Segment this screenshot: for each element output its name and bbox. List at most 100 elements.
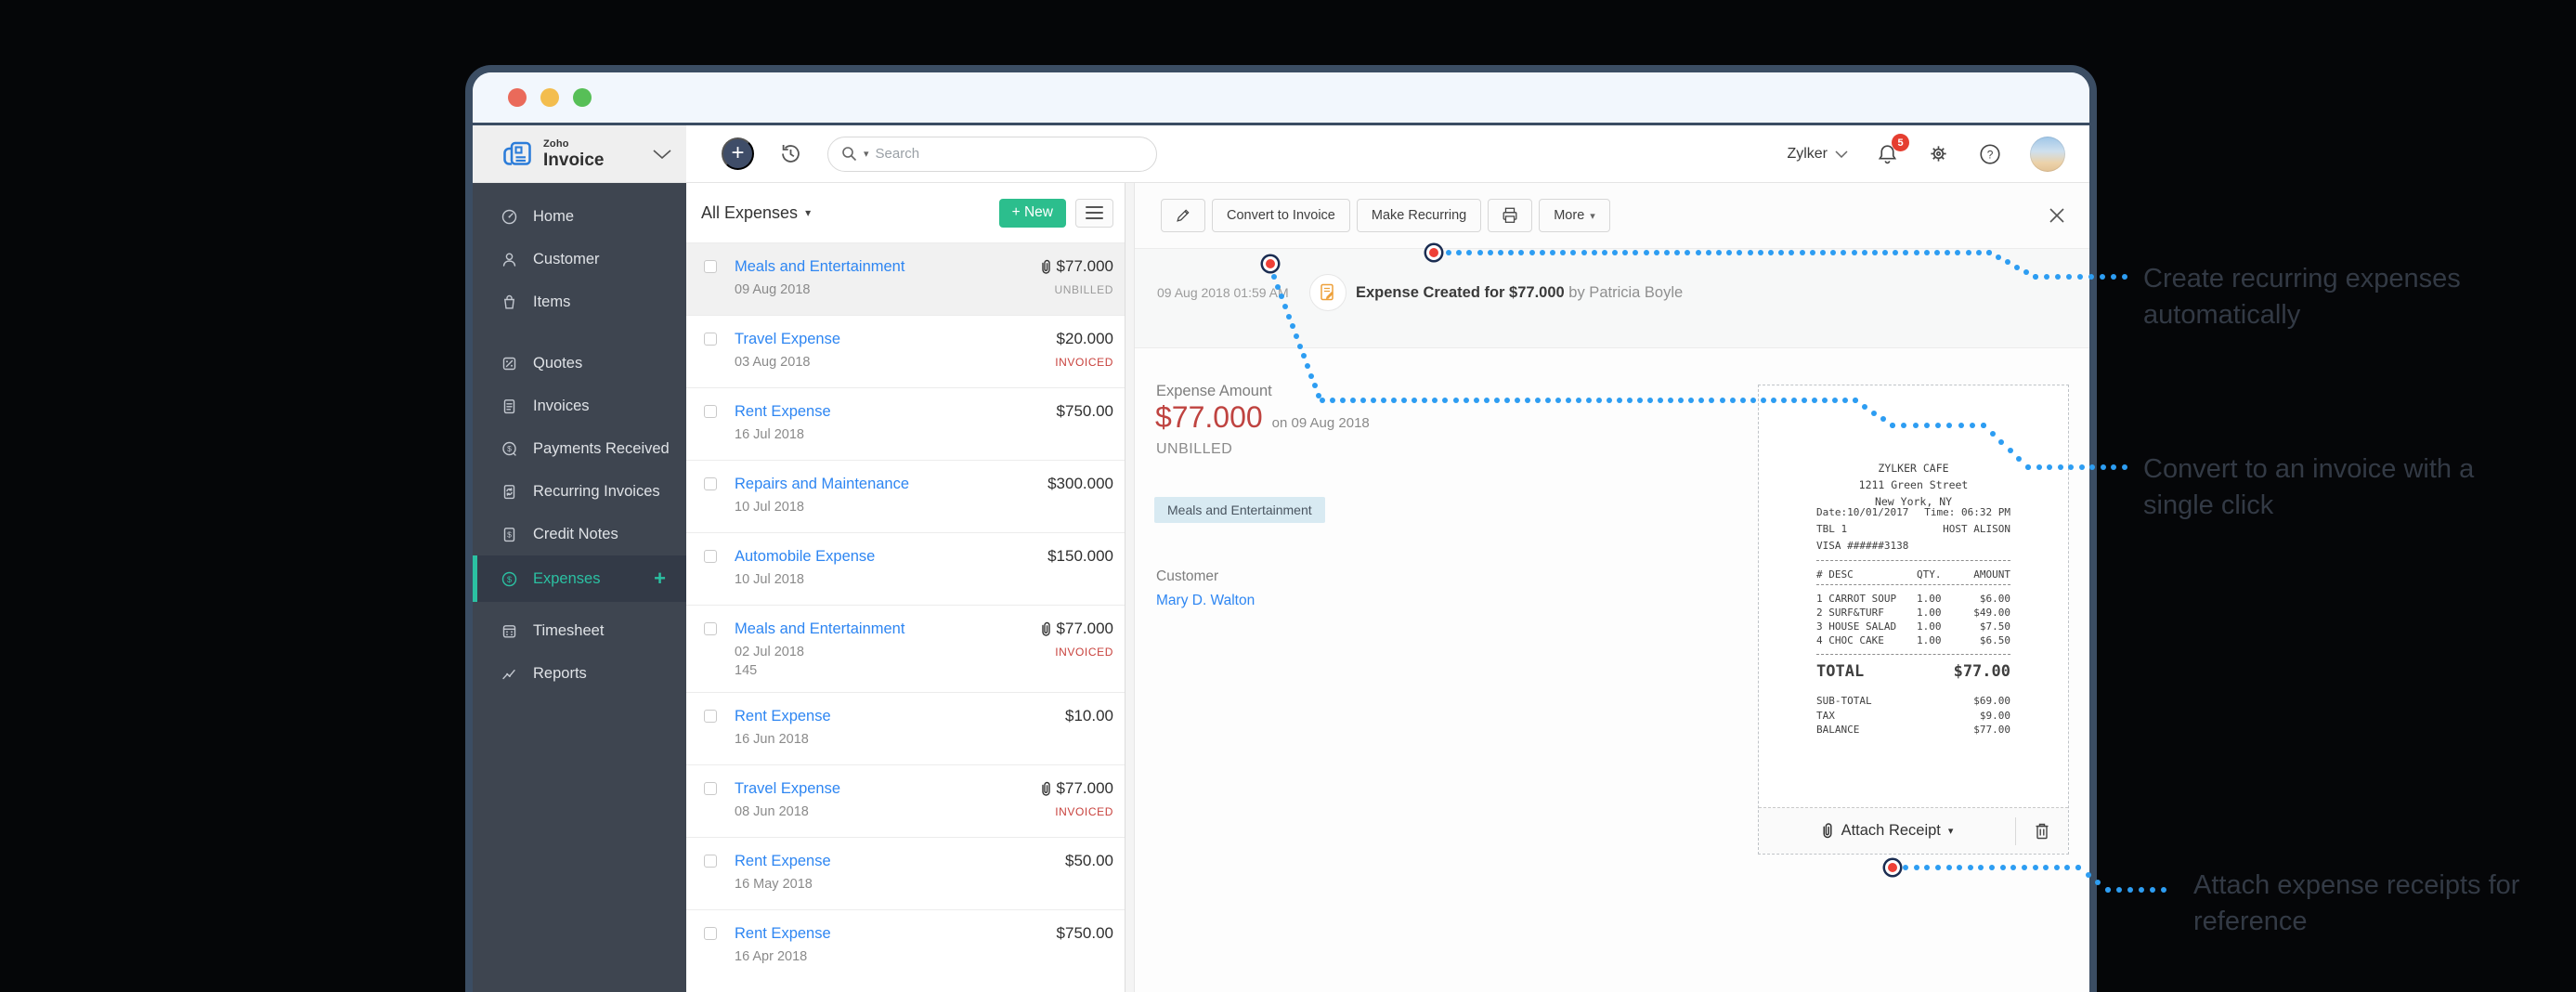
traffic-light-minimize[interactable]: [540, 88, 559, 107]
sidebar-item[interactable]: Invoices: [473, 385, 686, 427]
sidebar-item[interactable]: $ Expenses +: [473, 555, 686, 602]
help-button[interactable]: ?: [1978, 142, 2002, 166]
attach-receipt-button[interactable]: Attach Receipt ▾: [1759, 822, 2015, 840]
receipt-meta-left: TBL 1: [1816, 521, 1847, 538]
print-button[interactable]: [1488, 199, 1532, 232]
caret-down-icon: ▾: [1590, 210, 1595, 222]
app-logo[interactable]: Zoho Invoice: [473, 125, 686, 182]
new-expense-button[interactable]: + New: [999, 199, 1066, 228]
paperclip-icon: [1040, 259, 1052, 275]
quick-create-button[interactable]: +: [722, 137, 754, 170]
sidebar-item[interactable]: $ Credit Notes: [473, 513, 686, 555]
close-detail-button[interactable]: [2047, 205, 2067, 226]
receipt-summary-value: $77.00: [1973, 723, 2010, 737]
sidebar-item[interactable]: Quotes: [473, 342, 686, 385]
expenses-icon: $: [501, 570, 518, 588]
more-label: More: [1554, 208, 1584, 223]
row-checkbox[interactable]: [704, 260, 717, 273]
delete-receipt-button[interactable]: [2016, 821, 2068, 842]
receipt-item-qty: 1.00: [1917, 592, 1959, 606]
more-button[interactable]: More ▾: [1539, 199, 1610, 232]
convert-to-invoice-button[interactable]: Convert to Invoice: [1212, 199, 1350, 232]
row-checkbox[interactable]: [704, 405, 717, 418]
user-avatar[interactable]: [2030, 137, 2065, 172]
expense-list-item[interactable]: Rent Expense 16 Jul 2018 $750.00: [686, 387, 1125, 460]
row-checkbox[interactable]: [704, 855, 717, 868]
search-scope-caret-icon[interactable]: ▾: [864, 148, 869, 160]
sidebar-item[interactable]: Home: [473, 195, 686, 238]
dotted-line-dot: [2111, 274, 2116, 280]
expense-list-item[interactable]: Meals and Entertainment 02 Jul 2018 145: [686, 605, 1125, 692]
expense-category-link[interactable]: Rent Expense: [735, 706, 1113, 726]
paperclip-icon: [1040, 621, 1052, 637]
expense-amount-block: $77.000 UNBILLED: [1040, 256, 1113, 300]
sidebar-item[interactable]: Recurring Invoices: [473, 470, 686, 513]
expense-rows: Meals and Entertainment 09 Aug 2018: [686, 242, 1125, 982]
receipt-item-amount: $7.50: [1959, 620, 2010, 633]
expense-list-item[interactable]: Travel Expense 08 Jun 2018: [686, 764, 1125, 837]
expense-list-item[interactable]: Repairs and Maintenance 10 Jul 2018 $300…: [686, 460, 1125, 532]
paperclip-icon: [1040, 781, 1052, 797]
sidebar-item[interactable]: Reports: [473, 652, 686, 695]
receipt-store-block: ZYLKER CAFE1211 Green StreetNew York, NY: [1759, 460, 2068, 510]
list-filter-dropdown[interactable]: All Expenses ▾: [701, 203, 811, 223]
search-box[interactable]: ▾: [827, 137, 1157, 172]
expense-list-inner: All Expenses ▾ + New Meals and Entertain…: [686, 183, 1125, 992]
row-checkbox[interactable]: [704, 782, 717, 795]
sidebar-add-icon[interactable]: +: [654, 567, 666, 591]
list-scrollbar[interactable]: [1125, 183, 1134, 992]
expense-list-item[interactable]: Travel Expense 03 Aug 2018 $20.000 INVOI…: [686, 315, 1125, 387]
row-checkbox[interactable]: [704, 333, 717, 346]
attach-receipt-label: Attach Receipt: [1841, 822, 1941, 840]
edit-button[interactable]: [1161, 199, 1205, 232]
status-badge: INVOICED: [1040, 642, 1113, 662]
zoho-invoice-logo-icon: [501, 137, 534, 171]
search-input[interactable]: [876, 146, 1143, 162]
chevron-down-icon[interactable]: [653, 150, 671, 159]
sidebar-item[interactable]: Timesheet: [473, 609, 686, 652]
row-checkbox[interactable]: [704, 710, 717, 723]
expense-category-link[interactable]: Rent Expense: [735, 851, 1113, 871]
org-switcher[interactable]: Zylker: [1787, 146, 1848, 163]
history-entry: Expense Created for $77.000 by Patricia …: [1356, 282, 1683, 303]
sidebar-item-label: Timesheet: [533, 622, 604, 640]
sidebar-item[interactable]: Items: [473, 281, 686, 323]
traffic-light-close[interactable]: [508, 88, 527, 107]
expense-list-header: All Expenses ▾ + New: [686, 183, 1125, 242]
list-view-menu-button[interactable]: [1075, 199, 1113, 228]
recent-history-icon[interactable]: [778, 141, 803, 166]
expense-list-item[interactable]: Meals and Entertainment 09 Aug 2018: [686, 242, 1125, 315]
row-checkbox[interactable]: [704, 477, 717, 490]
dotted-line-dot: [2105, 887, 2111, 893]
receipt-meta-left: VISA ######3138: [1816, 538, 1908, 555]
row-checkbox[interactable]: [704, 550, 717, 563]
sidebar-item[interactable]: Customer: [473, 238, 686, 281]
notifications-button[interactable]: 5: [1876, 142, 1899, 165]
window-titlebar: [473, 72, 2089, 123]
receipt-meta-left: Date:10/01/2017: [1816, 504, 1908, 521]
svg-text:?: ?: [1987, 148, 1994, 161]
expense-list-item[interactable]: Rent Expense 16 Apr 2018 $750.00: [686, 909, 1125, 982]
row-checkbox[interactable]: [704, 927, 717, 940]
receipt-item-desc: 4 CHOC CAKE: [1816, 633, 1917, 647]
settings-button[interactable]: [1927, 142, 1950, 165]
customer-link[interactable]: Mary D. Walton: [1156, 593, 1255, 609]
receipt-meta-right: Time: 06:32 PM: [1924, 504, 2010, 521]
dotted-line-dot: [2127, 887, 2133, 893]
expense-list-item[interactable]: Rent Expense 16 Jun 2018 $10.00: [686, 692, 1125, 764]
app-topbar: Zoho Invoice +: [473, 125, 2089, 183]
topbar-actions: + ▾: [686, 137, 1157, 172]
sidebar-item-label: Recurring Invoices: [533, 483, 660, 501]
expense-list-item[interactable]: Automobile Expense 10 Jul 2018 $150.000: [686, 532, 1125, 605]
make-recurring-button[interactable]: Make Recurring: [1357, 199, 1481, 232]
receipt-divider: [1816, 560, 2010, 561]
traffic-light-zoom[interactable]: [573, 88, 592, 107]
expense-amount-block: $10.00: [1065, 706, 1113, 726]
expense-amount: $77.000: [1057, 778, 1113, 799]
callout-recurring: Create recurring expenses automatically: [2143, 261, 2552, 333]
expense-list-item[interactable]: Rent Expense 16 May 2018 $50.00: [686, 837, 1125, 909]
expense-amount: $77.000: [1057, 256, 1113, 277]
sidebar-item[interactable]: $ Payments Received: [473, 427, 686, 470]
expense-list-panel: All Expenses ▾ + New Meals and Entertain…: [686, 183, 1135, 992]
row-checkbox[interactable]: [704, 622, 717, 635]
